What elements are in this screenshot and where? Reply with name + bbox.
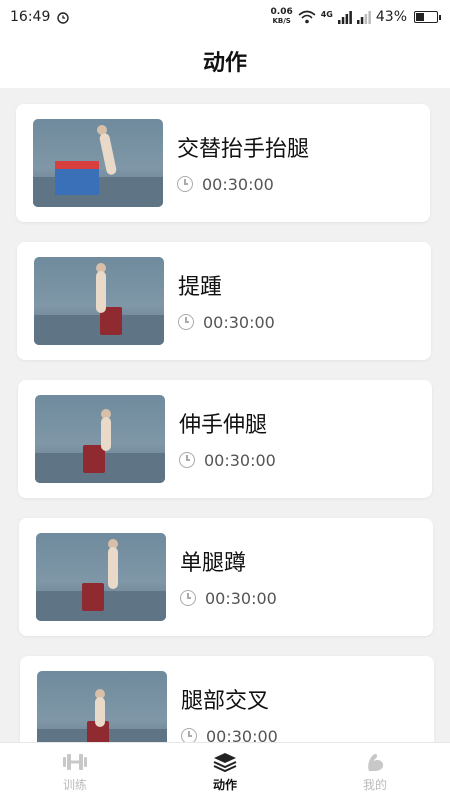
action-thumbnail [35, 395, 165, 483]
battery-percent: 43% [375, 9, 407, 25]
action-card[interactable]: 伸手伸腿 00:30:00 [18, 380, 432, 498]
action-thumbnail [36, 533, 166, 621]
action-duration: 00:30:00 [203, 312, 275, 332]
net-speed: 0.06 KB/S [270, 7, 293, 26]
tab-profile[interactable]: 我的 [300, 743, 450, 800]
tab-label: 动作 [212, 777, 237, 792]
action-title: 单腿蹲 [180, 550, 247, 576]
action-duration: 00:30:00 [205, 588, 277, 608]
page-title: 动作 [202, 51, 247, 76]
action-title: 伸手伸腿 [179, 412, 268, 438]
action-thumbnail [37, 671, 167, 742]
action-duration: 00:30:00 [204, 450, 276, 470]
tab-training[interactable]: 训练 [0, 743, 150, 800]
action-list[interactable]: 交替抬手抬腿 00:30:00 提踵 00:30:00 伸手伸腿 00:30:0… [0, 88, 450, 742]
action-card[interactable]: 腿部交叉 00:30:00 [20, 656, 434, 742]
action-title: 腿部交叉 [181, 688, 270, 714]
bottom-tab-bar: 训练 动作 我的 [0, 742, 450, 800]
battery-icon [414, 11, 441, 23]
action-duration: 00:30:00 [202, 174, 274, 194]
action-card[interactable]: 提踵 00:30:00 [17, 242, 431, 360]
action-card[interactable]: 单腿蹲 00:30:00 [19, 518, 433, 636]
action-thumbnail [33, 119, 163, 207]
clock-icon [179, 452, 195, 468]
clock-icon [177, 176, 193, 192]
battery-level [416, 13, 425, 21]
arm-muscle-icon [368, 753, 384, 771]
tab-label: 我的 [362, 777, 387, 792]
network-type: 4G [320, 10, 333, 19]
clock-icon [181, 728, 197, 742]
dumbbell-icon [63, 753, 87, 770]
layers-icon [213, 752, 237, 772]
status-bar: 16:49 0.06 KB/S 4G 43% [0, 0, 450, 34]
alarm-icon [57, 12, 70, 24]
wifi-icon [298, 10, 316, 24]
action-duration: 00:30:00 [206, 726, 278, 743]
action-card[interactable]: 交替抬手抬腿 00:30:00 [16, 104, 430, 222]
clock-icon [178, 314, 194, 330]
clock-icon [180, 590, 196, 606]
tab-actions[interactable]: 动作 [150, 743, 300, 800]
action-title: 提踵 [178, 274, 223, 300]
app-header: 动作 [0, 34, 450, 88]
action-title: 交替抬手抬腿 [177, 136, 310, 162]
tab-label: 训练 [62, 777, 87, 792]
signal-icon [337, 10, 352, 24]
status-time: 16:49 [10, 9, 51, 25]
signal-icon-2 [356, 10, 371, 24]
action-thumbnail [34, 257, 164, 345]
